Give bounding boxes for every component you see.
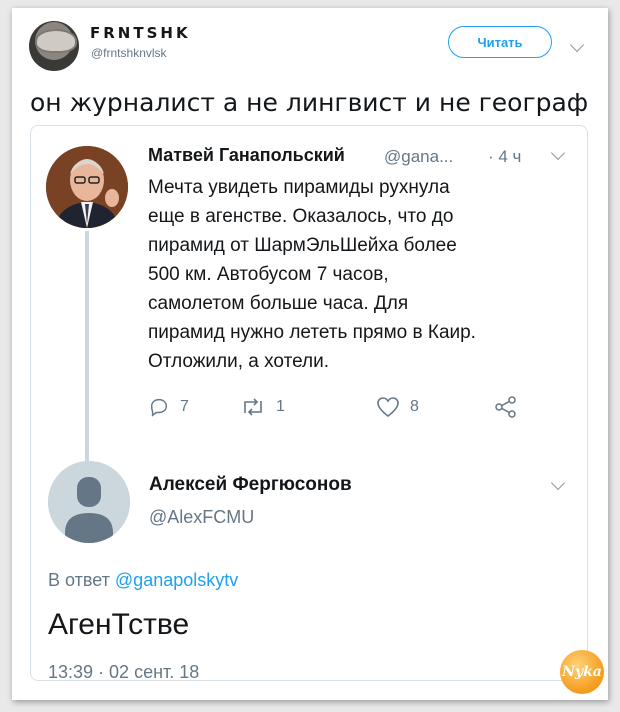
heart-icon (377, 397, 399, 418)
share-icon (495, 396, 516, 418)
retweet-action[interactable]: 1 (240, 396, 285, 418)
reply-tweet-text: АгенТстве (48, 608, 190, 641)
quoted-timestamp[interactable]: · 4 ч (488, 147, 521, 167)
reply-icon (150, 398, 168, 417)
user-handle[interactable]: @frntshknvlsk (91, 46, 167, 60)
reply-count: 7 (180, 398, 189, 415)
quoted-tweet-text: Мечта увидеть пирамиды рухнула еще в аге… (148, 177, 476, 372)
follow-button[interactable]: Читать (448, 26, 552, 58)
mention-link[interactable]: @ganapolskytv (115, 570, 238, 590)
like-action[interactable]: 8 (376, 396, 419, 418)
thread-connector-line (85, 231, 89, 463)
quoted-author-handle[interactable]: @gana... (384, 147, 453, 167)
reply-prefix: В ответ (48, 570, 110, 590)
screenshot-frame: FRNTSHK @frntshknvlsk Читать он журналис… (12, 8, 608, 700)
display-name[interactable]: FRNTSHK (90, 24, 191, 42)
tweet-text: он журналист а не лингвист и не географ (30, 88, 589, 117)
reply-timestamp[interactable]: 13:39 · 02 сент. 18 (48, 662, 199, 683)
reply-action[interactable]: 7 (148, 396, 189, 418)
reply-context: В ответ @ganapolskytv (48, 570, 238, 591)
quoted-author-name[interactable]: Матвей Ганапольский (148, 145, 345, 166)
chevron-down-icon[interactable] (569, 37, 585, 53)
retweet-icon (244, 398, 262, 416)
avatar[interactable] (48, 461, 130, 543)
reply-author-handle[interactable]: @AlexFCMU (149, 507, 254, 528)
share-action[interactable] (494, 396, 518, 418)
watermark-text: Nyka (562, 664, 602, 680)
watermark-logo: Nyka (560, 650, 604, 694)
avatar[interactable] (29, 21, 79, 71)
reply-author-name[interactable]: Алексей Фергюсонов (149, 474, 352, 496)
default-avatar-icon (48, 461, 130, 543)
retweet-count: 1 (276, 398, 285, 415)
like-count: 8 (410, 398, 419, 415)
portrait-photo (46, 146, 128, 228)
avatar[interactable] (46, 146, 128, 228)
